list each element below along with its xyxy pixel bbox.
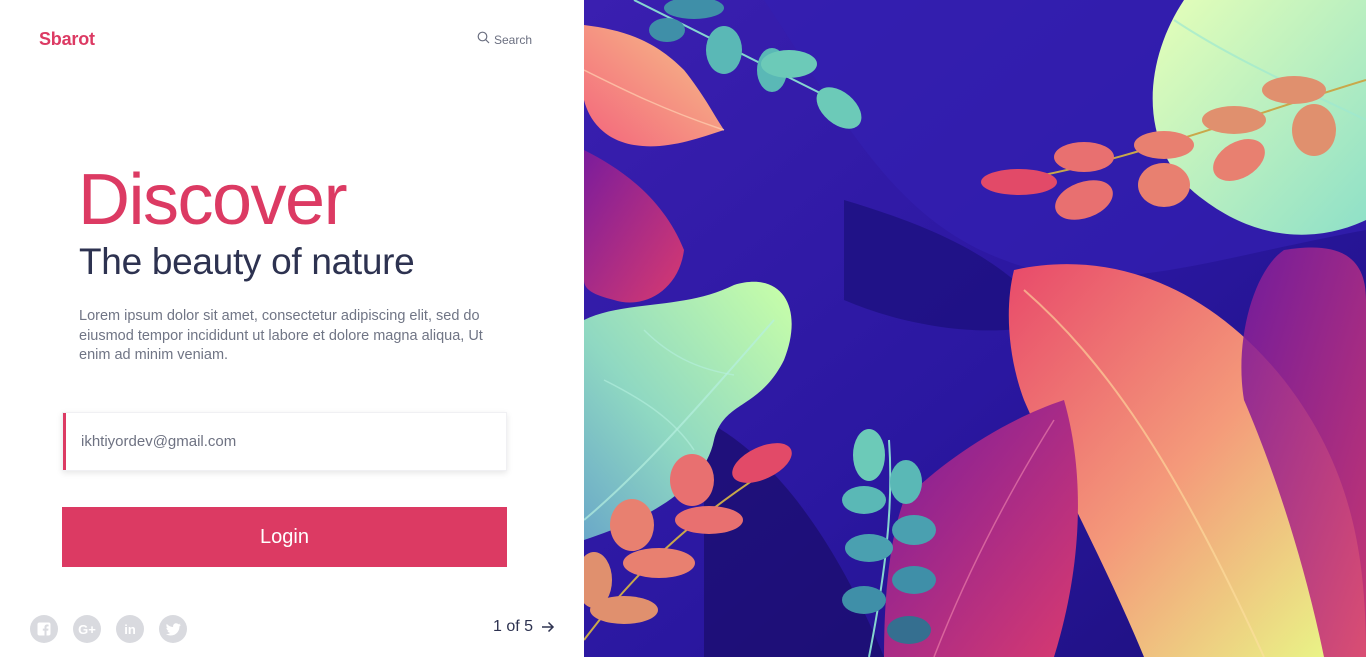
- nature-illustration: [584, 0, 1366, 657]
- email-field-container: [62, 412, 507, 471]
- login-button[interactable]: Login: [62, 507, 507, 567]
- login-panel: Sbarot Search Discover The beauty of nat…: [0, 0, 584, 657]
- twitter-icon[interactable]: [159, 615, 187, 643]
- arrow-right-icon[interactable]: [541, 621, 555, 633]
- email-field-accent-bar: [63, 413, 66, 470]
- hero-description: Lorem ipsum dolor sit amet, consectetur …: [79, 308, 483, 363]
- hero-title: Discover: [78, 160, 348, 240]
- search-icon: [477, 31, 490, 49]
- hero-subtitle: The beauty of nature: [79, 241, 415, 282]
- google-plus-icon[interactable]: G+: [73, 615, 101, 643]
- linkedin-icon[interactable]: in: [116, 615, 144, 643]
- search-label: Search: [494, 33, 533, 47]
- search-button[interactable]: Search: [477, 31, 532, 49]
- email-field[interactable]: [81, 413, 481, 470]
- pagination: 1 of 5: [493, 618, 555, 636]
- brand-logo[interactable]: Sbarot: [39, 29, 95, 50]
- page-indicator: 1 of 5: [493, 618, 534, 635]
- facebook-icon[interactable]: [30, 615, 58, 643]
